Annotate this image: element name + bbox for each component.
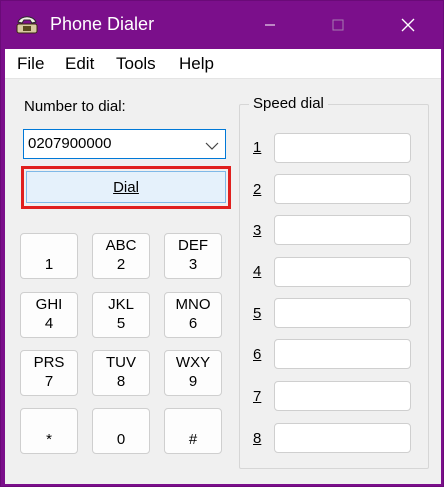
maximize-button <box>315 1 361 49</box>
speed-dial-title: Speed dial <box>249 95 328 112</box>
close-button[interactable] <box>385 1 431 49</box>
menu-tools[interactable]: Tools <box>116 54 156 74</box>
menu-file[interactable]: File <box>17 54 44 74</box>
phone-app-icon <box>15 12 39 36</box>
key-8[interactable]: TUV 8 <box>92 350 150 396</box>
menu-help[interactable]: Help <box>179 54 214 74</box>
title-bar[interactable]: Phone Dialer <box>1 1 443 49</box>
speed-dial-6-label: 6 <box>253 346 262 363</box>
phone-dialer-window: Phone Dialer File Edit Tools Help Number… <box>0 0 444 487</box>
speed-dial-7-button[interactable] <box>274 381 411 411</box>
key-star[interactable]: * <box>20 408 78 454</box>
key-2[interactable]: ABC 2 <box>92 233 150 279</box>
key-0[interactable]: 0 <box>92 408 150 454</box>
menu-edit[interactable]: Edit <box>65 54 94 74</box>
speed-dial-3-label: 3 <box>253 222 262 239</box>
dial-button-label: Dial <box>113 178 139 196</box>
key-1[interactable]: 1 <box>20 233 78 279</box>
close-icon <box>401 18 415 32</box>
speed-dial-1-button[interactable] <box>274 133 411 163</box>
menu-bar: File Edit Tools Help <box>5 49 441 79</box>
speed-dial-4-button[interactable] <box>274 257 411 287</box>
client-area: File Edit Tools Help Number to dial: 020… <box>5 49 441 484</box>
speed-dial-7-label: 7 <box>253 388 262 405</box>
window-title: Phone Dialer <box>50 14 155 34</box>
speed-dial-1-label: 1 <box>253 139 262 156</box>
speed-dial-6-button[interactable] <box>274 339 411 369</box>
number-combobox[interactable]: 0207900000 <box>23 129 226 159</box>
dial-button[interactable]: Dial <box>26 171 226 203</box>
number-to-dial-label: Number to dial: <box>24 98 126 115</box>
number-input[interactable]: 0207900000 <box>28 135 111 152</box>
key-6[interactable]: MNO 6 <box>164 292 222 338</box>
maximize-icon <box>332 19 344 31</box>
speed-dial-5-button[interactable] <box>274 298 411 328</box>
chevron-down-icon[interactable] <box>205 138 219 155</box>
speed-dial-5-label: 5 <box>253 305 262 322</box>
speed-dial-3-button[interactable] <box>274 215 411 245</box>
speed-dial-4-label: 4 <box>253 263 262 280</box>
key-4[interactable]: GHI 4 <box>20 292 78 338</box>
speed-dial-8-label: 8 <box>253 430 262 447</box>
key-5[interactable]: JKL 5 <box>92 292 150 338</box>
minimize-icon <box>265 24 275 26</box>
speed-dial-8-button[interactable] <box>274 423 411 453</box>
key-9[interactable]: WXY 9 <box>164 350 222 396</box>
minimize-button[interactable] <box>247 1 293 49</box>
key-hash[interactable]: # <box>164 408 222 454</box>
speed-dial-2-button[interactable] <box>274 174 411 204</box>
speed-dial-2-label: 2 <box>253 181 262 198</box>
key-7[interactable]: PRS 7 <box>20 350 78 396</box>
key-3[interactable]: DEF 3 <box>164 233 222 279</box>
